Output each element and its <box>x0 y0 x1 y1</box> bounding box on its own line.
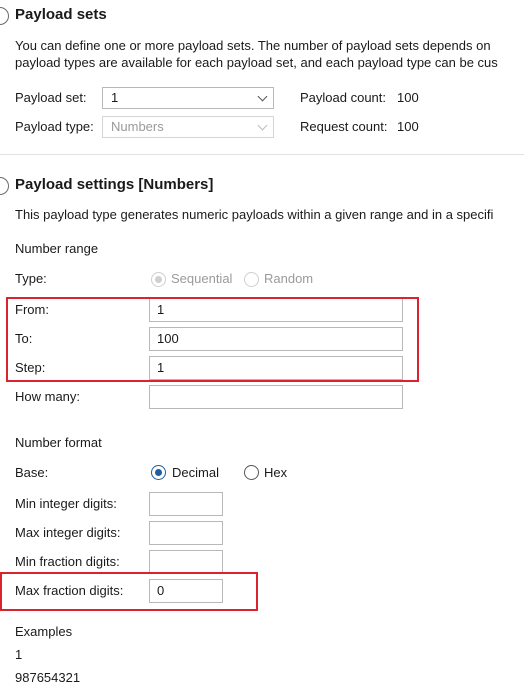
chevron-down-icon <box>257 91 268 102</box>
number-range-title: Number range <box>15 241 99 256</box>
sequential-radio[interactable] <box>151 272 166 287</box>
payload-type-label: Payload type: <box>15 119 94 134</box>
payload-set-value: 1 <box>111 90 119 105</box>
payload-sets-description-line2: payload types are available for each pay… <box>15 55 498 70</box>
payload-set-label: Payload set: <box>15 90 87 105</box>
min-fraction-digits-input[interactable] <box>149 550 223 574</box>
max-fraction-highlight-box <box>0 572 258 611</box>
request-count-value: 100 <box>397 119 419 134</box>
how-many-input[interactable] <box>149 385 403 409</box>
chevron-down-icon <box>257 120 268 131</box>
payload-count-label: Payload count: <box>300 90 387 105</box>
min-integer-digits-label: Min integer digits: <box>15 496 117 511</box>
payload-set-select[interactable]: 1 <box>102 87 274 109</box>
random-radio-label: Random <box>264 271 314 286</box>
payload-settings-section-icon <box>0 177 9 195</box>
decimal-radio[interactable] <box>151 465 166 480</box>
payload-sets-heading: Payload sets <box>15 6 107 23</box>
number-format-title: Number format <box>15 435 102 450</box>
payload-sets-section-icon <box>0 7 9 25</box>
section-divider <box>0 154 524 155</box>
payload-type-select[interactable]: Numbers <box>102 116 274 138</box>
payload-type-value: Numbers <box>111 119 164 134</box>
base-label: Base: <box>15 465 49 480</box>
range-type-label: Type: <box>15 271 47 286</box>
request-count-label: Request count: <box>300 119 388 134</box>
max-integer-digits-label: Max integer digits: <box>15 525 121 540</box>
payload-count-value: 100 <box>397 90 419 105</box>
sequential-radio-label: Sequential <box>171 271 233 286</box>
min-integer-digits-input[interactable] <box>149 492 223 516</box>
payload-settings-description: This payload type generates numeric payl… <box>15 207 494 222</box>
examples-title: Examples <box>15 624 73 639</box>
random-radio[interactable] <box>244 272 259 287</box>
example-line-2: 987654321 <box>15 670 81 685</box>
how-many-label: How many: <box>15 389 81 404</box>
payload-settings-heading: Payload settings [Numbers] <box>15 176 214 193</box>
max-integer-digits-input[interactable] <box>149 521 223 545</box>
example-line-1: 1 <box>15 647 23 662</box>
min-fraction-digits-label: Min fraction digits: <box>15 554 120 569</box>
range-highlight-box <box>6 297 419 382</box>
hex-radio[interactable] <box>244 465 259 480</box>
decimal-radio-label: Decimal <box>172 465 219 480</box>
hex-radio-label: Hex <box>264 465 288 480</box>
